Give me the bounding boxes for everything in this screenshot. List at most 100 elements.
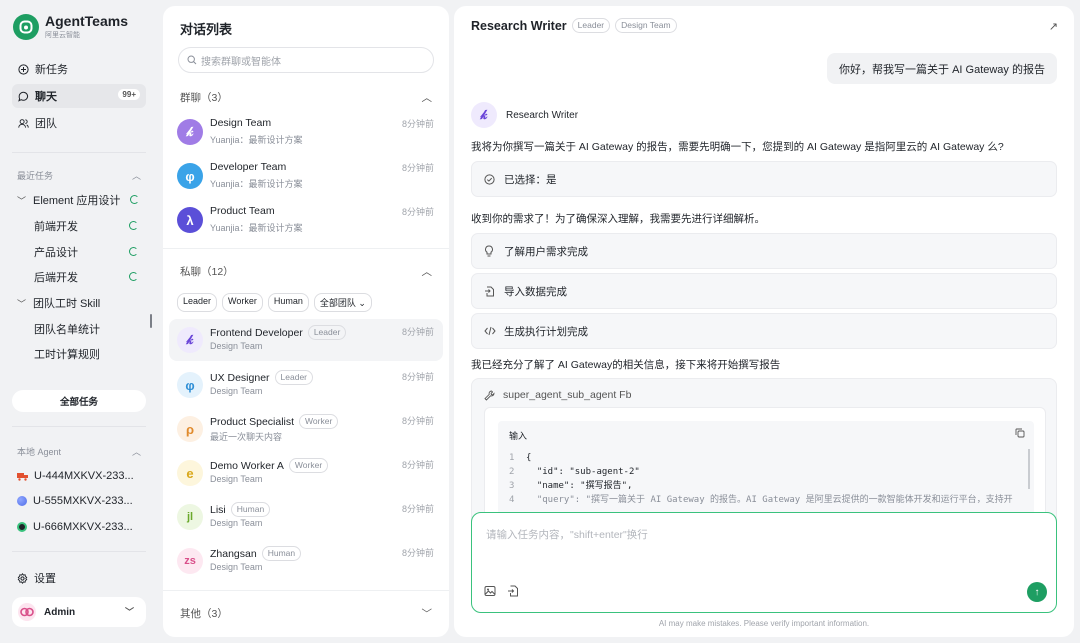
loading-icon — [130, 195, 139, 204]
local-agent-header[interactable]: 本地 Agent ︿ — [17, 445, 141, 458]
arrow-up-icon: ↑ — [1034, 586, 1040, 598]
task-group[interactable]: ﹀ Element 应用设计 — [17, 189, 145, 211]
team-icon — [18, 118, 29, 129]
chat-preview: Design Team — [210, 474, 263, 484]
task-item[interactable]: 后端开发 — [34, 266, 144, 288]
task-group[interactable]: ﹀ 团队工时 Skill — [17, 292, 145, 314]
file-import-icon[interactable] — [507, 585, 519, 600]
import-icon — [484, 286, 496, 297]
chevron-down-icon[interactable]: ﹀ — [17, 194, 27, 207]
group-chat-item[interactable]: 𝓀 Design Team Yuanjia：最新设计方案 8分钟前 — [169, 111, 443, 153]
nav-team[interactable]: 团队 — [12, 111, 146, 135]
check-circle-icon — [484, 173, 496, 185]
code-label: 输入 — [509, 431, 528, 441]
nav-chat[interactable]: 聊天 99+ — [12, 84, 146, 108]
chat-name: UX Designer Leader — [210, 370, 313, 385]
chevron-down-icon[interactable]: ﹀ — [17, 297, 27, 310]
chat-name: Frontend Developer Leader — [210, 325, 347, 340]
local-agent-item[interactable]: U-555MXKVX-233... — [17, 491, 145, 511]
group-avatar: 𝓀 — [177, 119, 203, 145]
expand-icon[interactable]: ↗ — [1049, 20, 1058, 33]
agent-avatar: e — [177, 460, 203, 486]
private-chat-item[interactable]: jl Lisi Human Design Team 8分钟前 — [169, 496, 443, 538]
chat-name-text: UX Designer — [210, 371, 270, 384]
agent-avatar: 𝓀 — [177, 327, 203, 353]
chevron-down-icon: ⌄ — [358, 298, 366, 308]
chat-name-text: Lisi — [210, 503, 226, 516]
task-item[interactable]: 工时计算规则 — [34, 343, 144, 365]
search-input[interactable]: 搜索群聊或智能体 — [178, 47, 434, 73]
filter-label: 全部团队 — [319, 298, 356, 308]
chevron-up-icon[interactable]: ︿ — [132, 169, 141, 182]
private-chat-item[interactable]: zs Zhangsan Human Design Team 8分钟前 — [169, 540, 443, 582]
loading-icon — [129, 272, 138, 281]
chat-preview: Design Team — [210, 562, 263, 572]
agent-avatar: ρ — [177, 416, 203, 442]
filter-worker[interactable]: Worker — [222, 293, 263, 312]
task-item[interactable]: 团队名单统计 — [34, 318, 144, 340]
chat-preview: Design Team — [210, 518, 263, 528]
role-tag: Worker — [288, 458, 329, 473]
role-tag: Human — [230, 502, 271, 517]
chat-name-text: Product Specialist — [210, 415, 295, 428]
selection-card: 已选择：是 — [471, 161, 1057, 197]
task-item[interactable]: 前端开发 — [34, 215, 144, 237]
other-chats-header[interactable]: 其他（3） ﹀ — [180, 606, 432, 621]
chat-name: Zhangsan Human — [210, 546, 302, 561]
tool-header[interactable]: super_agent_sub_agent Fb — [484, 389, 631, 401]
truck-icon — [17, 472, 28, 481]
app-logo[interactable]: AgentTeams 阿里云智能 — [13, 13, 128, 40]
disclaimer: AI may make mistakes. Please verify impo… — [658, 619, 870, 628]
nav-new-task[interactable]: 新任务 — [12, 57, 146, 81]
agent-message: 我将为你撰写一篇关于 AI Gateway 的报告，需要先明确一下，您提到的 A… — [471, 141, 1004, 153]
copy-icon[interactable] — [1015, 428, 1025, 441]
task-item[interactable]: 产品设计 — [34, 241, 144, 263]
chat-time: 8分钟前 — [401, 372, 434, 382]
chevron-up-icon[interactable]: ︿ — [132, 445, 141, 458]
chevron-down-icon[interactable]: ﹀ — [422, 606, 433, 621]
group-chat-item[interactable]: φ Developer Team Yuanjia：最新设计方案 8分钟前 — [169, 155, 443, 197]
step-card[interactable]: 了解用户需求完成 — [471, 233, 1057, 269]
scrollbar[interactable] — [1028, 449, 1030, 489]
chat-name: Design Team — [210, 117, 272, 129]
filter-human[interactable]: Human — [267, 293, 309, 312]
local-agent-item[interactable]: U-666MXKVX-233... — [17, 517, 145, 537]
code-text: "name": "撰写报告", — [526, 481, 633, 491]
scrollbar[interactable] — [150, 314, 152, 328]
code-text: { — [526, 453, 532, 463]
chat-time: 8分钟前 — [401, 163, 434, 173]
group-chat-item[interactable]: λ Product Team Yuanjia：最新设计方案 8分钟前 — [169, 199, 443, 241]
chat-name-text: Zhangsan — [210, 547, 257, 560]
filter-team-dropdown[interactable]: 全部团队 ⌄ — [313, 293, 372, 312]
group-chats-header[interactable]: 群聊（3） ︿ — [180, 90, 432, 105]
send-button[interactable]: ↑ — [1027, 582, 1047, 602]
message-input[interactable]: 请输入任务内容，"shift+enter"换行 ↑ — [471, 512, 1057, 613]
image-upload-icon[interactable] — [484, 585, 496, 600]
chevron-down-icon[interactable]: ﹀ — [125, 605, 134, 618]
local-agent-item[interactable]: U-444MXKVX-233... — [17, 466, 145, 486]
settings-button[interactable]: 设置 — [17, 570, 56, 586]
recent-tasks-header[interactable]: 最近任务 ︿ — [17, 169, 141, 182]
private-chat-item[interactable]: e Demo Worker A Worker Design Team 8分钟前 — [169, 452, 443, 494]
code-line: 2 "id": "sub-agent-2" — [509, 467, 640, 477]
step-card[interactable]: 导入数据完成 — [471, 273, 1057, 309]
task-label: 团队名单统计 — [34, 324, 100, 336]
chat-name: Product Team — [210, 205, 275, 217]
private-chat-item[interactable]: 𝓀 Frontend Developer Leader Design Team 8… — [169, 319, 443, 361]
filter-leader[interactable]: Leader — [177, 293, 218, 312]
step-label: 导入数据完成 — [504, 285, 567, 298]
agent-label: U-444MXKVX-233... — [34, 470, 134, 482]
chevron-up-icon[interactable]: ︿ — [422, 90, 433, 105]
user-menu[interactable]: Admin ﹀ — [12, 597, 146, 627]
role-tag: Human — [261, 546, 302, 561]
chat-time: 8分钟前 — [401, 207, 434, 217]
all-tasks-button[interactable]: 全部任务 — [12, 390, 146, 412]
private-chats-header[interactable]: 私聊（12） ︿ — [180, 264, 432, 279]
chat-preview: Design Team — [210, 386, 263, 396]
step-card[interactable]: 生成执行计划完成 — [471, 313, 1057, 349]
chevron-up-icon[interactable]: ︿ — [422, 264, 433, 279]
private-chat-item[interactable]: ρ Product Specialist Worker 最近一次聊天内容 8分钟前 — [169, 408, 443, 450]
private-chat-item[interactable]: φ UX Designer Leader Design Team 8分钟前 — [169, 364, 443, 406]
agent-message: 我已经充分了解了 AI Gateway的相关信息，接下来将开始撰写报告 — [471, 359, 781, 371]
input-placeholder: 请输入任务内容，"shift+enter"换行 — [486, 529, 648, 541]
